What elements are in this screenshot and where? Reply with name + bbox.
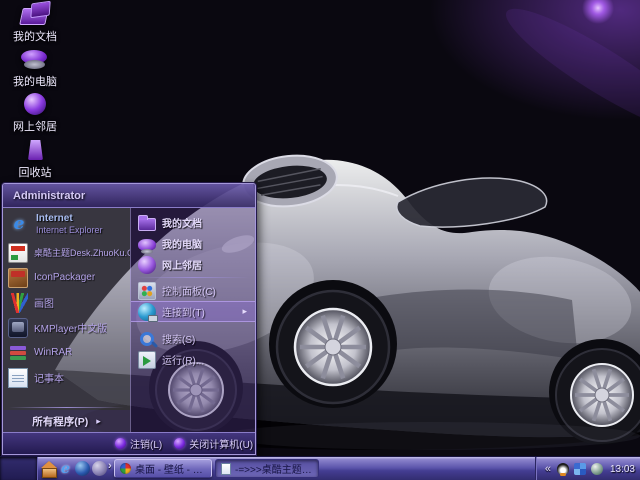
startmenu-item-run[interactable]: 运行(R)... [131,349,255,370]
startmenu-item-iconpackager[interactable]: IconPackager [3,265,130,290]
startmenu-item-network-places[interactable]: 网上邻居 [131,254,255,275]
log-off-button[interactable]: 注销(L) [115,436,162,451]
document-page-icon [221,463,231,475]
taskbar: e › 桌面 - 壁纸 - 桌酷... -=>>>桌酷主题 - Wi... « … [0,456,640,480]
quicklaunch-internet-explorer-icon[interactable]: e [58,461,73,476]
home-launcher-icon[interactable] [41,461,57,477]
desktop-icon-label: 回收站 [19,164,52,180]
startmenu-item-connect-to[interactable]: 连接到(T) ▸ [131,301,255,322]
start-menu-right-column: 我的文档 我的电脑 网上邻居 控制面板(C) 连接到(T) [131,208,255,432]
quicklaunch-round-app-icon[interactable] [92,461,107,476]
all-programs-button[interactable]: 所有程序(P) ▸ [3,410,130,432]
task-button-label: -=>>>桌酷主题 - Wi... [235,461,313,476]
folder-icon [138,218,156,231]
desktop-icon-network-places[interactable]: 网上邻居 [2,92,68,134]
item-label: 控制面板(C) [162,283,216,298]
shutdown-icon [174,438,185,449]
shutdown-button[interactable]: 关闭计算机(U) [174,436,253,451]
shutdown-label: 关闭计算机(U) [189,436,253,451]
notepad-icon [8,368,28,388]
tray-network-icon[interactable] [574,463,586,475]
item-title: 记事本 [34,370,64,385]
connect-globe-icon [138,303,156,321]
startmenu-item-internet-explorer[interactable]: e Internet Internet Explorer [3,208,130,240]
start-button[interactable] [0,457,38,480]
all-programs-label: 所有程序(P) [32,414,88,429]
globe-icon [138,256,156,274]
item-title: Internet [36,213,103,225]
start-menu-header: Administrator [3,184,255,208]
startmenu-item-winrar[interactable]: WinRAR [3,340,130,365]
start-menu: Administrator e Internet Internet Explor… [2,183,256,455]
divider [137,277,249,278]
item-label: 连接到(T) [162,304,205,319]
tray-qq-penguin-icon[interactable] [557,463,569,475]
item-title: 桌酷主题Desk.ZhuoKu.Com [34,246,130,259]
screen: 我的文档 我的电脑 网上邻居 回收站 Administrator e Inter… [0,0,640,480]
startmenu-item-notepad[interactable]: 记事本 [3,365,130,390]
startmenu-item-kmplayer[interactable]: KMPlayer中文版 [3,315,130,340]
my-documents-icon [20,2,50,26]
task-button-zhuoku-wallpaper[interactable]: 桌面 - 壁纸 - 桌酷... [114,459,212,478]
desktop-icon-my-documents[interactable]: 我的文档 [2,2,68,44]
item-label: 网上邻居 [162,257,202,272]
colorful-ball-icon [120,463,131,474]
control-panel-icon [138,282,156,300]
tray-volume-icon[interactable] [591,463,603,475]
zhuoku-page-icon [8,243,28,263]
submenu-arrow-icon: ▸ [242,306,247,317]
iconpackager-box-icon [8,268,28,288]
divider [9,407,124,408]
startmenu-item-my-documents[interactable]: 我的文档 [131,212,255,233]
item-title: IconPackager [34,272,95,283]
winrar-books-icon [8,343,28,363]
quicklaunch-browser-globe-icon[interactable] [75,461,90,476]
startmenu-item-search[interactable]: 搜索(S) [131,328,255,349]
user-name: Administrator [13,190,85,202]
tray-collapse-chevron-icon[interactable]: « [545,463,551,475]
desktop-icon-recycle-bin[interactable]: 回收站 [2,138,68,180]
start-menu-footer: 注销(L) 关闭计算机(U) [3,432,255,454]
log-off-label: 注销(L) [130,436,162,451]
item-label: 我的文档 [162,215,202,230]
paint-pencils-icon [8,293,28,313]
middle-wheel [269,280,397,408]
desktop-icon-label: 我的电脑 [13,73,57,89]
startmenu-item-control-panel[interactable]: 控制面板(C) [131,280,255,301]
item-label: 运行(R)... [162,352,204,367]
log-off-icon [115,438,126,449]
internet-explorer-icon: e [8,213,30,235]
item-title: KMPlayer中文版 [34,320,107,335]
task-button-zhuoku-theme-window[interactable]: -=>>>桌酷主题 - Wi... [215,459,319,478]
item-label: 我的电脑 [162,236,202,251]
recycle-bin-icon [20,138,50,162]
startmenu-item-paint[interactable]: 画图 [3,290,130,315]
my-computer-icon [20,47,50,71]
startmenu-item-my-computer[interactable]: 我的电脑 [131,233,255,254]
item-title: 画图 [34,295,54,310]
item-subtitle: Internet Explorer [36,225,103,235]
desktop-icon-label: 网上邻居 [13,118,57,134]
task-button-label: 桌面 - 壁纸 - 桌酷... [135,461,206,476]
item-title: WinRAR [34,347,72,358]
system-tray: « 13:03 [536,457,640,480]
start-menu-left-column: e Internet Internet Explorer 桌酷主题Desk.Zh… [3,208,131,432]
desktop-icon-my-computer[interactable]: 我的电脑 [2,47,68,89]
start-menu-body: e Internet Internet Explorer 桌酷主题Desk.Zh… [3,208,255,432]
search-icon [138,330,156,348]
submenu-arrow-icon: ▸ [96,416,101,427]
kmplayer-icon [8,318,28,338]
run-icon [138,351,156,369]
quicklaunch-expand-chevron-icon[interactable]: › [108,460,112,472]
item-label-group: Internet Internet Explorer [36,213,103,235]
item-label: 搜索(S) [162,331,195,346]
startmenu-item-zhuoku-theme[interactable]: 桌酷主题Desk.ZhuoKu.Com [3,240,130,265]
taskbar-clock[interactable]: 13:03 [610,464,635,475]
desktop-icon-label: 我的文档 [13,28,57,44]
network-places-icon [20,92,50,116]
computer-icon [138,239,156,251]
